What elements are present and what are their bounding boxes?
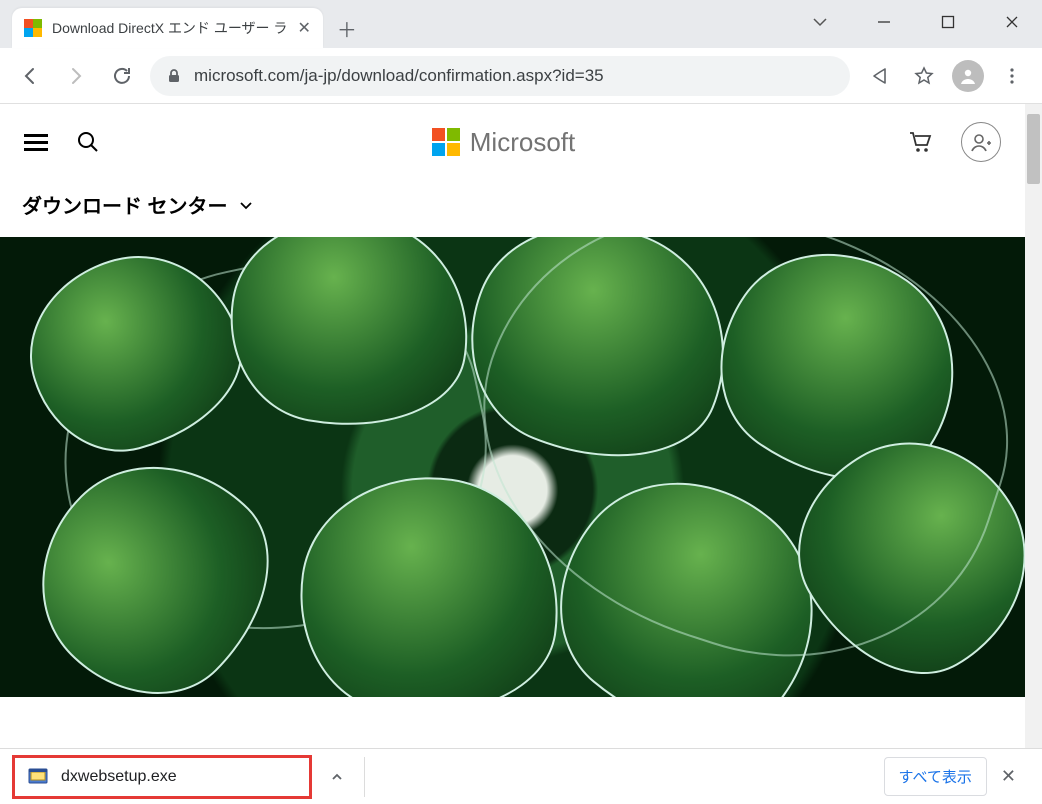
url-text: microsoft.com/ja-jp/download/confirmatio… [194, 66, 834, 86]
search-icon[interactable] [76, 130, 100, 154]
cart-icon[interactable] [907, 129, 933, 155]
tab-close-icon[interactable]: ✕ [297, 18, 310, 38]
profile-avatar[interactable] [952, 60, 984, 92]
divider [364, 757, 365, 797]
tab-strip: Download DirectX エンド ユーザー ラ ✕ ＋ [12, 8, 363, 48]
address-bar[interactable]: microsoft.com/ja-jp/download/confirmatio… [150, 56, 850, 96]
account-icon[interactable] [961, 122, 1001, 162]
close-download-bar-button[interactable]: ✕ [987, 766, 1030, 787]
breadcrumb-label: ダウンロード センター [22, 190, 228, 219]
browser-toolbar: microsoft.com/ja-jp/download/confirmatio… [0, 48, 1042, 104]
share-button[interactable] [860, 58, 896, 94]
hamburger-menu-icon[interactable] [24, 130, 48, 155]
download-filename: dxwebsetup.exe [61, 768, 177, 786]
page-content: Microsoft ダウンロード センター [0, 104, 1025, 748]
window-maximize-icon[interactable] [930, 8, 966, 36]
microsoft-logo[interactable]: Microsoft [432, 127, 575, 158]
menu-button[interactable] [994, 58, 1030, 94]
microsoft-logo-icon [432, 128, 460, 156]
window-dropdown-icon[interactable] [802, 8, 838, 36]
tab-title: Download DirectX エンド ユーザー ラ [52, 18, 287, 38]
back-button[interactable] [12, 58, 48, 94]
scroll-thumb[interactable] [1027, 114, 1040, 184]
exe-file-icon [27, 766, 49, 788]
vertical-scrollbar[interactable] [1025, 104, 1042, 748]
window-minimize-icon[interactable] [866, 8, 902, 36]
microsoft-wordmark: Microsoft [470, 127, 575, 158]
browser-tab[interactable]: Download DirectX エンド ユーザー ラ ✕ [12, 8, 323, 48]
download-bar: dxwebsetup.exe すべて表示 ✕ [0, 748, 1042, 804]
download-options-button[interactable] [316, 770, 358, 784]
forward-button[interactable] [58, 58, 94, 94]
lock-icon [166, 68, 182, 84]
viewport: Microsoft ダウンロード センター [0, 104, 1042, 748]
show-all-downloads-button[interactable]: すべて表示 [884, 757, 987, 796]
microsoft-favicon-icon [24, 19, 42, 37]
chevron-down-icon [238, 197, 254, 213]
breadcrumb[interactable]: ダウンロード センター [0, 180, 1025, 237]
window-close-icon[interactable] [994, 8, 1030, 36]
bookmark-button[interactable] [906, 58, 942, 94]
new-tab-button[interactable]: ＋ [331, 12, 363, 44]
reload-button[interactable] [104, 58, 140, 94]
download-item[interactable]: dxwebsetup.exe [12, 755, 312, 799]
hero-image [0, 237, 1025, 697]
site-header: Microsoft [0, 104, 1025, 180]
